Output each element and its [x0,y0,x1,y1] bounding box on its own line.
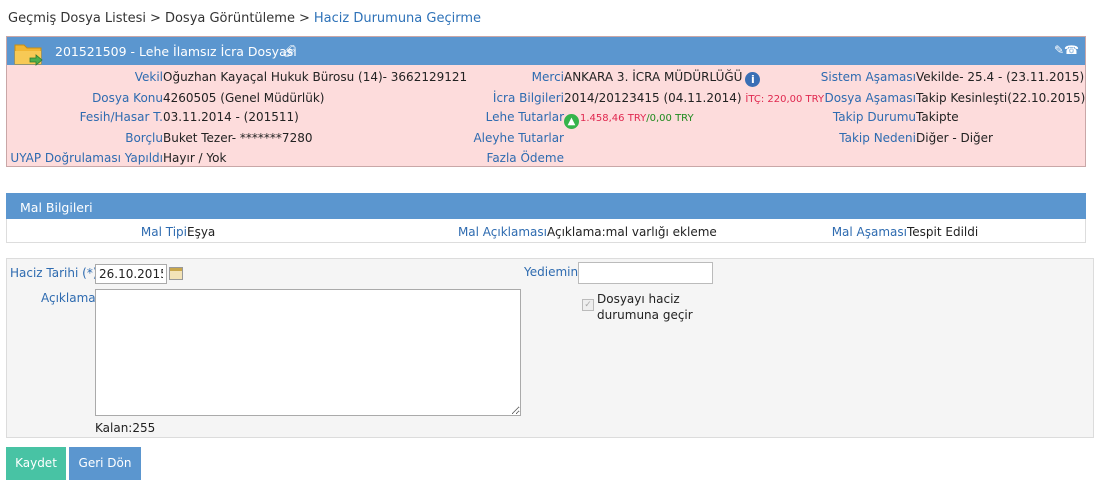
field-value: Buket Tezer- *******7280 [163,131,313,145]
back-button[interactable]: Geri Dön [69,447,141,480]
field-sistem-asamasi: Sistem Aşaması Vekilde- 25.4 - (23.11.20… [821,70,1085,84]
mal-asamasi: Mal Aşaması Tespit Edildi [832,225,979,239]
breadcrumb-separator: > [298,11,310,26]
field-dosya-konu: Dosya Konu 4260505 (Genel Müdürlük) [92,91,325,105]
field-value: Açıklama:mal varlığı ekleme [547,225,717,239]
calendar-icon[interactable] [169,267,183,280]
yediemin-input[interactable] [578,262,713,284]
field-label: Mal Açıklaması [457,225,547,239]
mal-bilgileri-header: Mal Bilgileri [6,193,1086,219]
field-label: Vekil [134,70,163,84]
field-label: Fazla Ödeme [486,151,564,165]
field-value: Eşya [187,225,216,239]
field-value: Takipte [916,110,959,124]
field-label: Dosya Aşaması [824,91,916,105]
edit-icon[interactable]: ✎ [1054,43,1064,57]
field-label: İcra Bilgileri [492,91,564,105]
remaining-chars: Kalan:255 [95,421,156,435]
field-icra-bilgileri: İcra Bilgileri 2014/20123415 (04.11.2014… [493,91,825,107]
field-borclu: Borçlu Buket Tezer- *******7280 [125,131,313,145]
field-value: Takip Kesinleşti(22.10.2015) [916,91,1086,105]
itc-amount: İTÇ: 220,00 TRY [745,94,825,105]
field-label: Borçlu [125,131,163,145]
haciz-checkbox-label: Dosyayı haciz durumuna geçir [597,292,693,322]
lehe-amount-red: 1.458,46 TRY [580,113,647,124]
mal-bilgileri-row: Mal Tipi Eşya Mal Açıklaması Açıklama:ma… [6,219,1086,243]
field-value: ANKARA 3. İCRA MÜDÜRLÜĞÜ [564,70,743,84]
field-takip-nedeni: Takip Nedeni Diğer - Diğer [839,131,993,145]
aciklama-textarea[interactable] [95,289,521,416]
field-label: Aleyhe Tutarlar [473,131,564,145]
arrow-up-circle-icon: ▲ [564,114,579,129]
field-label: Takip Durumu [832,110,916,124]
field-dosya-asamasi: Dosya Aşaması Takip Kesinleşti(22.10.201… [824,91,1086,105]
haciz-checkbox[interactable]: ✓ [582,299,594,311]
field-value: Diğer - Diğer [916,131,993,145]
save-button[interactable]: Kaydet [6,447,66,480]
breadcrumb-current: Haciz Durumuna Geçirme [313,11,481,26]
field-value: Oğuzhan Kayaçal Hukuk Bürosu (14)- 36621… [163,70,468,84]
field-label: Dosya Konu [92,91,163,105]
field-label: Sistem Aşaması [820,70,916,84]
field-label: Mal Aşaması [831,225,907,239]
link-icon[interactable]: 🔗︎ [282,44,297,58]
info-icon[interactable]: i [745,72,761,87]
field-label: UYAP Doğrulaması Yapıldı [10,151,163,165]
breadcrumb-item-history[interactable]: Geçmiş Dosya Listesi [8,11,146,26]
field-value: Tespit Edildi [907,225,979,239]
field-label: Merci [531,70,564,84]
folder-arrow-icon [14,44,43,66]
haciz-tarihi-label: Haciz Tarihi (*) [10,266,98,280]
field-takip-durumu: Takip Durumu Takipte [833,110,959,124]
field-vekil: Vekil Oğuzhan Kayaçal Hukuk Bürosu (14)-… [135,70,468,84]
field-label: Lehe Tutarlar [485,110,564,124]
lehe-amount-green: 0,00 TRY [649,113,694,124]
yediemin-label: Yediemin [524,265,579,279]
mal-tipi: Mal Tipi Eşya [141,225,216,239]
file-info-panel: 201521509 - Lehe İlamsız İcra Dosyası 🔗︎… [6,36,1086,167]
breadcrumb: Geçmiş Dosya Listesi > Dosya Görüntüleme > H… [8,11,481,26]
phone-icon[interactable]: ☎ [1064,43,1079,57]
file-title: 201521509 - Lehe İlamsız İcra Dosyası [55,44,297,59]
breadcrumb-item-file-view[interactable]: Dosya Görüntüleme [165,11,295,26]
aciklama-label: Açıklama [41,291,96,305]
haciz-form: Haciz Tarihi (*) Açıklama Kalan:255 Yedi… [6,258,1094,438]
field-label: Mal Tipi [140,225,187,239]
field-value: Vekilde- 25.4 - (23.11.2015) [916,70,1085,84]
field-value: 2014/20123415 (04.11.2014) [564,91,742,105]
field-uyap: UYAP Doğrulaması Yapıldı Hayır / Yok [10,151,227,165]
header-actions: ✎☎ [1054,43,1079,57]
field-value: Hayır / Yok [163,151,227,165]
file-header: 201521509 - Lehe İlamsız İcra Dosyası 🔗︎… [7,37,1085,66]
field-merci: Merci ANKARA 3. İCRA MÜDÜRLÜĞÜ i [532,70,761,87]
field-value: 4260505 (Genel Müdürlük) [163,91,325,105]
mal-aciklamasi: Mal Açıklaması Açıklama:mal varlığı ekle… [458,225,717,239]
field-lehe-tutarlar: Lehe Tutarlar ▲ 1.458,46 TRY/0,00 TRY [486,110,694,129]
field-value: 03.11.2014 - (201511) [163,110,299,124]
field-label: Fesih/Hasar T. [79,110,163,124]
field-fesih: Fesih/Hasar T. 03.11.2014 - (201511) [80,110,299,124]
field-label: Takip Nedeni [839,131,916,145]
breadcrumb-separator: > [150,11,161,26]
haciz-tarihi-input[interactable] [95,264,167,284]
